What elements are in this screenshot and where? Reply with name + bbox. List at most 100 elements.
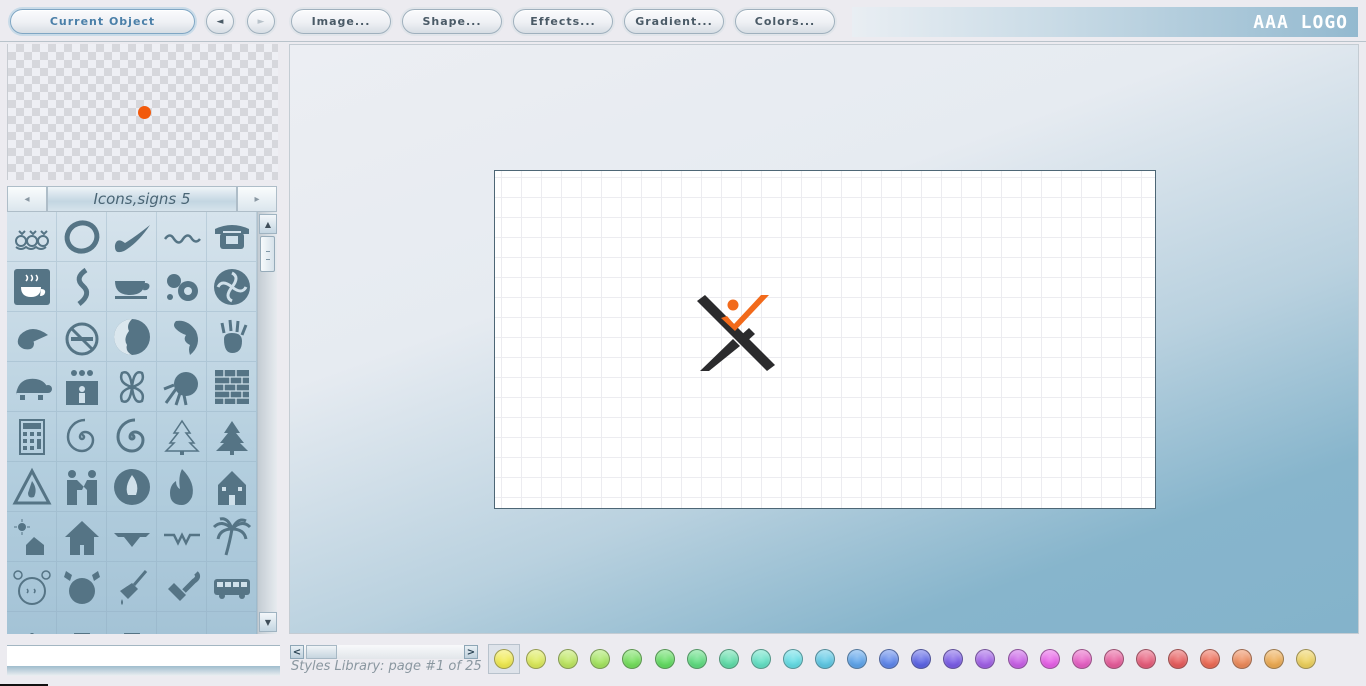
library-icon-cell[interactable] <box>157 562 207 612</box>
library-prev-button[interactable]: ◂ <box>7 186 47 212</box>
library-icon-cell[interactable] <box>207 262 257 312</box>
style-swatch-cell[interactable] <box>745 644 777 674</box>
style-swatch-cell[interactable] <box>777 644 809 674</box>
library-icon-cell[interactable] <box>157 262 207 312</box>
next-object-button[interactable]: ► <box>247 9 275 34</box>
style-swatch-cell[interactable] <box>937 644 969 674</box>
library-icon-cell[interactable] <box>107 362 157 412</box>
style-swatch-cell[interactable] <box>809 644 841 674</box>
library-icon-cell[interactable] <box>7 212 57 262</box>
library-icon-cell[interactable] <box>7 462 57 512</box>
style-swatch-cell[interactable] <box>1034 644 1066 674</box>
library-icon-cell[interactable] <box>157 612 207 634</box>
library-icon-cell[interactable] <box>107 462 157 512</box>
library-icon-cell[interactable] <box>107 312 157 362</box>
style-swatch-cell[interactable] <box>905 644 937 674</box>
scroll-up-button[interactable]: ▲ <box>259 214 277 234</box>
library-icon-cell[interactable] <box>57 212 107 262</box>
library-icon-cell[interactable] <box>157 312 207 362</box>
style-swatch-cell[interactable] <box>584 644 616 674</box>
style-swatch-cell[interactable] <box>616 644 648 674</box>
library-icon-cell[interactable] <box>107 612 157 634</box>
style-swatch-cell[interactable] <box>713 644 745 674</box>
gradient-button[interactable]: Gradient... <box>624 9 724 34</box>
shape-button[interactable]: Shape... <box>402 9 502 34</box>
style-swatch-cell[interactable] <box>488 644 521 674</box>
style-swatch-cell[interactable] <box>1194 644 1226 674</box>
style-swatch-cell[interactable] <box>841 644 873 674</box>
style-swatch-cell[interactable] <box>873 644 905 674</box>
object-preview <box>7 44 278 180</box>
library-icon-cell[interactable] <box>107 412 157 462</box>
library-icon-cell[interactable] <box>207 612 257 634</box>
style-swatch <box>622 649 643 669</box>
library-icon-cell[interactable] <box>157 212 207 262</box>
arc-icon <box>162 617 202 635</box>
library-icon-cell[interactable] <box>157 362 207 412</box>
library-icon-cell[interactable] <box>107 262 157 312</box>
library-icon-cell[interactable] <box>7 562 57 612</box>
library-icon-cell[interactable] <box>57 362 107 412</box>
style-swatch-cell[interactable] <box>1162 644 1194 674</box>
library-icon-cell[interactable] <box>107 562 157 612</box>
style-swatch-cell[interactable] <box>552 644 584 674</box>
effects-button[interactable]: Effects... <box>513 9 613 34</box>
library-icon-cell[interactable] <box>7 512 57 562</box>
logo-mark[interactable] <box>697 295 777 371</box>
library-icon-cell[interactable] <box>57 562 107 612</box>
style-swatch-cell[interactable] <box>1290 644 1322 674</box>
library-icon-cell[interactable] <box>57 462 107 512</box>
style-swatch-cell[interactable] <box>1066 644 1098 674</box>
library-icon-cell[interactable] <box>57 612 107 634</box>
style-swatch-cell[interactable] <box>681 644 713 674</box>
style-swatch-cell[interactable] <box>1130 644 1162 674</box>
image-button[interactable]: Image... <box>291 9 391 34</box>
library-icon-cell[interactable] <box>7 312 57 362</box>
library-icon-cell[interactable] <box>7 412 57 462</box>
library-icon-cell[interactable] <box>107 212 157 262</box>
handshake-icon <box>66 469 97 505</box>
styles-scroll-left-button[interactable]: < <box>290 645 304 659</box>
library-next-button[interactable]: ▸ <box>237 186 277 212</box>
style-swatch-cell[interactable] <box>520 644 552 674</box>
library-icon-cell[interactable] <box>207 562 257 612</box>
styles-scroll-thumb[interactable] <box>306 645 337 659</box>
library-icon-cell[interactable] <box>207 412 257 462</box>
text-input[interactable] <box>7 645 280 666</box>
colors-button[interactable]: Colors... <box>735 9 835 34</box>
library-icon-cell[interactable] <box>157 512 207 562</box>
current-object-button[interactable]: Current Object <box>10 9 195 34</box>
library-icon-cell[interactable] <box>57 262 107 312</box>
style-swatch-cell[interactable] <box>1002 644 1034 674</box>
library-icon-cell[interactable] <box>7 612 57 634</box>
library-icon-cell[interactable] <box>57 512 107 562</box>
style-swatch-cell[interactable] <box>969 644 1001 674</box>
style-swatch-cell[interactable] <box>648 644 680 674</box>
library-icon-cell[interactable] <box>157 412 207 462</box>
library-icon-cell[interactable] <box>207 512 257 562</box>
style-swatch-cell[interactable] <box>1258 644 1290 674</box>
library-icon-cell[interactable] <box>57 312 107 362</box>
christmas-tree-outline-icon <box>163 419 200 455</box>
library-icon-cell[interactable] <box>157 462 207 512</box>
scroll-down-button[interactable]: ▼ <box>259 612 277 632</box>
scroll-thumb[interactable] <box>260 236 275 272</box>
clover-icon <box>119 370 144 403</box>
library-icon-cell[interactable] <box>207 212 257 262</box>
library-icon-cell[interactable] <box>107 512 157 562</box>
library-icon-cell[interactable] <box>7 262 57 312</box>
library-icon-cell[interactable] <box>7 362 57 412</box>
styles-scrollbar[interactable]: < > <box>290 645 478 659</box>
library-icon-cell[interactable] <box>207 362 257 412</box>
style-swatches <box>488 644 1322 674</box>
previous-object-button[interactable]: ◄ <box>206 9 234 34</box>
logo-artboard[interactable] <box>494 170 1156 509</box>
style-swatch-cell[interactable] <box>1226 644 1258 674</box>
library-icon-cell[interactable] <box>207 312 257 362</box>
icon-library-scrollbar[interactable]: ▲ ▼ <box>257 212 277 634</box>
style-swatch <box>526 649 547 669</box>
style-swatch-cell[interactable] <box>1098 644 1130 674</box>
library-icon-cell[interactable] <box>57 412 107 462</box>
styles-scroll-right-button[interactable]: > <box>464 645 478 659</box>
library-icon-cell[interactable] <box>207 462 257 512</box>
